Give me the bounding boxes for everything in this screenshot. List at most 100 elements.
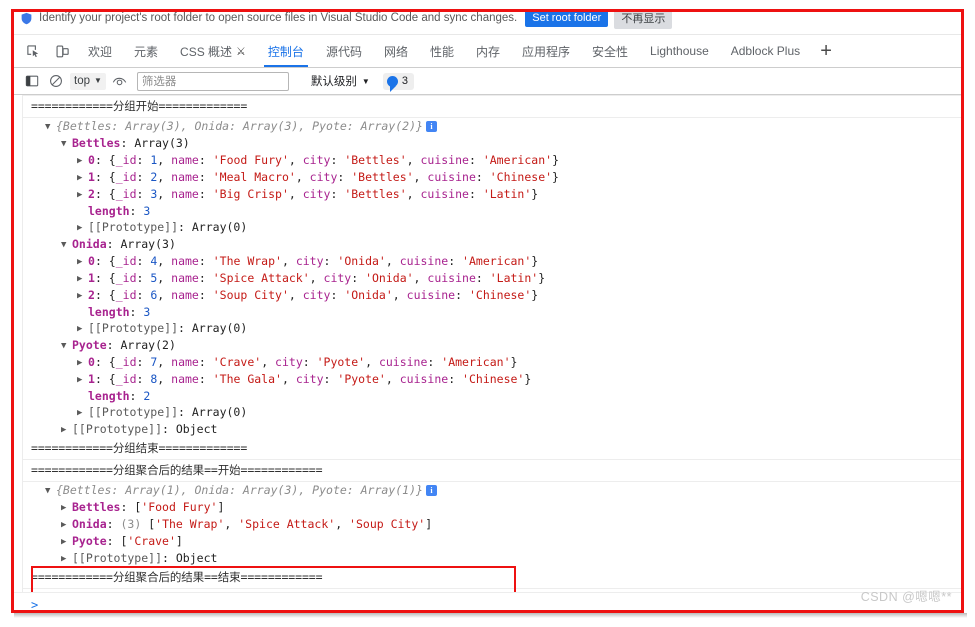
info-icon[interactable]: i — [425, 121, 437, 132]
prototype-value: Array(0) — [191, 405, 248, 419]
array-entry-row: 2: {_id: 6, name: 'Soup City', city: 'On… — [23, 287, 961, 304]
disclosure-triangle-icon[interactable] — [61, 338, 72, 354]
set-root-folder-button[interactable]: Set root folder — [525, 12, 609, 27]
tab-application[interactable]: 应用程序 — [511, 35, 581, 67]
tab-adblock-plus[interactable]: Adblock Plus — [720, 35, 811, 67]
disclosure-triangle-icon[interactable] — [77, 372, 88, 388]
property-value: Array(3) — [120, 237, 176, 251]
prototype-label: [[Prototype]] — [88, 321, 179, 335]
disclosure-triangle-icon[interactable] — [61, 136, 72, 152]
object-preview: {Bettles: Array(3), Onida: Array(3), Pyo… — [56, 119, 423, 133]
array-index: 0 — [88, 355, 95, 369]
tab-sources[interactable]: 源代码 — [315, 35, 373, 67]
device-toolbar-icon[interactable] — [48, 35, 77, 67]
entry-cuisine: 'American' — [482, 153, 553, 167]
clear-console-icon[interactable] — [44, 71, 68, 92]
disclosure-triangle-icon[interactable] — [61, 534, 72, 550]
message-bubble-icon — [386, 75, 398, 92]
chevron-down-icon: ▼ — [94, 76, 102, 85]
entry-name: 'Spice Attack' — [212, 271, 310, 285]
tab-label: 源代码 — [325, 44, 362, 59]
dont-show-again-button[interactable]: 不再显示 — [614, 12, 673, 29]
property-name: Pyote — [72, 338, 107, 352]
message-count-badge[interactable]: 3 — [382, 72, 414, 92]
disclosure-triangle-icon[interactable] — [77, 220, 88, 236]
entry-name: 'Big Crisp' — [212, 187, 289, 201]
array-entry-row: 1: {_id: 5, name: 'Spice Attack', city: … — [23, 270, 961, 287]
array-entry-row: 1: {_id: 2, name: 'Meal Macro', city: 'B… — [23, 169, 961, 186]
live-expression-icon[interactable] — [108, 71, 132, 92]
console-log-message: ============分组结束============= — [23, 438, 961, 460]
disclosure-triangle-icon[interactable] — [61, 551, 72, 567]
console-prompt[interactable]: > — [14, 592, 961, 612]
inspect-element-icon[interactable] — [19, 35, 48, 67]
entry-cuisine: 'American' — [441, 355, 511, 369]
execution-context-select[interactable]: top ▼ — [70, 72, 106, 90]
console-log-message: ============分组开始============= — [23, 95, 961, 118]
disclosure-triangle-icon[interactable] — [77, 170, 88, 186]
log-text: ============分组聚合后的结果==结束============ — [31, 570, 323, 584]
disclosure-triangle-icon[interactable] — [61, 237, 72, 253]
property-name: Onida — [72, 237, 107, 251]
disclosure-triangle-icon[interactable] — [45, 119, 56, 135]
array-index: 1 — [88, 170, 95, 184]
array-entry-row: 0: {_id: 7, name: 'Crave', city: 'Pyote'… — [23, 354, 961, 371]
prototype-row: [[Prototype]]: Array(0) — [23, 219, 961, 236]
log-text: ============分组结束============= — [31, 441, 248, 455]
property-name: Onida — [72, 517, 107, 531]
property-name: Bettles — [72, 136, 121, 150]
tab-console[interactable]: 控制台 — [257, 35, 315, 67]
array-entry-row: 0: {_id: 1, name: 'Food Fury', city: 'Be… — [23, 152, 961, 169]
disclosure-triangle-icon[interactable] — [77, 405, 88, 421]
disclosure-triangle-icon[interactable] — [61, 422, 72, 438]
disclosure-triangle-icon[interactable] — [61, 500, 72, 516]
length-label: length — [88, 305, 130, 319]
tab-label: 性能 — [429, 44, 454, 59]
tab-label: Lighthouse — [650, 44, 709, 58]
disclosure-triangle-icon[interactable] — [77, 321, 88, 337]
tab-security[interactable]: 安全性 — [581, 35, 639, 67]
entry-city: 'Onida' — [344, 288, 393, 302]
length-value: 3 — [143, 204, 151, 218]
array-entry-row: 1: {_id: 8, name: 'The Gala', city: 'Pyo… — [23, 371, 961, 388]
prototype-row: [[Prototype]]: Object — [23, 421, 961, 438]
disclosure-triangle-icon[interactable] — [77, 355, 88, 371]
tab-welcome[interactable]: 欢迎 — [77, 35, 123, 67]
log-level-select[interactable]: 默认级别 ▼ — [311, 73, 370, 89]
console-output[interactable]: ============分组开始============= {Bettles: A… — [14, 95, 961, 592]
tab-memory[interactable]: 内存 — [465, 35, 511, 67]
info-icon[interactable]: i — [425, 485, 437, 496]
tab-css-overview[interactable]: CSS 概述 ⚔ — [169, 35, 257, 67]
object-preview: {Bettles: Array(1), Onida: Array(3), Pyo… — [56, 483, 423, 497]
tab-label: 内存 — [475, 44, 500, 59]
console-log-message: ============分组聚合后的结果==开始============ — [23, 460, 961, 482]
array-length-row: length: 3 — [88, 305, 151, 319]
prompt-chevron-icon: > — [31, 598, 39, 612]
entry-name: 'Soup City' — [212, 288, 289, 302]
prototype-label: [[Prototype]] — [88, 405, 179, 419]
disclosure-triangle-icon[interactable] — [77, 153, 88, 169]
length-label: length — [88, 389, 130, 403]
prototype-value: Array(0) — [191, 220, 248, 234]
message-count-value: 3 — [401, 75, 408, 87]
console-sidebar-icon[interactable] — [20, 71, 44, 92]
disclosure-triangle-icon[interactable] — [77, 187, 88, 203]
object-property-row: Onida: Array(3) — [23, 236, 961, 253]
disclosure-triangle-icon[interactable] — [77, 254, 88, 270]
disclosure-triangle-icon[interactable] — [77, 271, 88, 287]
tab-elements[interactable]: 元素 — [123, 35, 169, 67]
disclosure-triangle-icon[interactable] — [61, 517, 72, 533]
length-value: 3 — [143, 305, 151, 319]
entry-cuisine: 'Latin' — [482, 187, 532, 201]
tab-network[interactable]: 网络 — [373, 35, 419, 67]
filter-input[interactable]: 筛选器 — [136, 71, 289, 91]
add-panel-icon[interactable]: + — [811, 35, 841, 67]
vscode-sync-banner: Identify your project's root folder to o… — [14, 12, 961, 35]
shield-icon — [21, 12, 32, 25]
tab-lighthouse[interactable]: Lighthouse — [639, 35, 720, 67]
entry-cuisine: 'American' — [462, 254, 532, 268]
disclosure-triangle-icon[interactable] — [77, 288, 88, 304]
disclosure-triangle-icon[interactable] — [45, 483, 56, 499]
prototype-value: Array(0) — [191, 321, 248, 335]
tab-performance[interactable]: 性能 — [419, 35, 465, 67]
